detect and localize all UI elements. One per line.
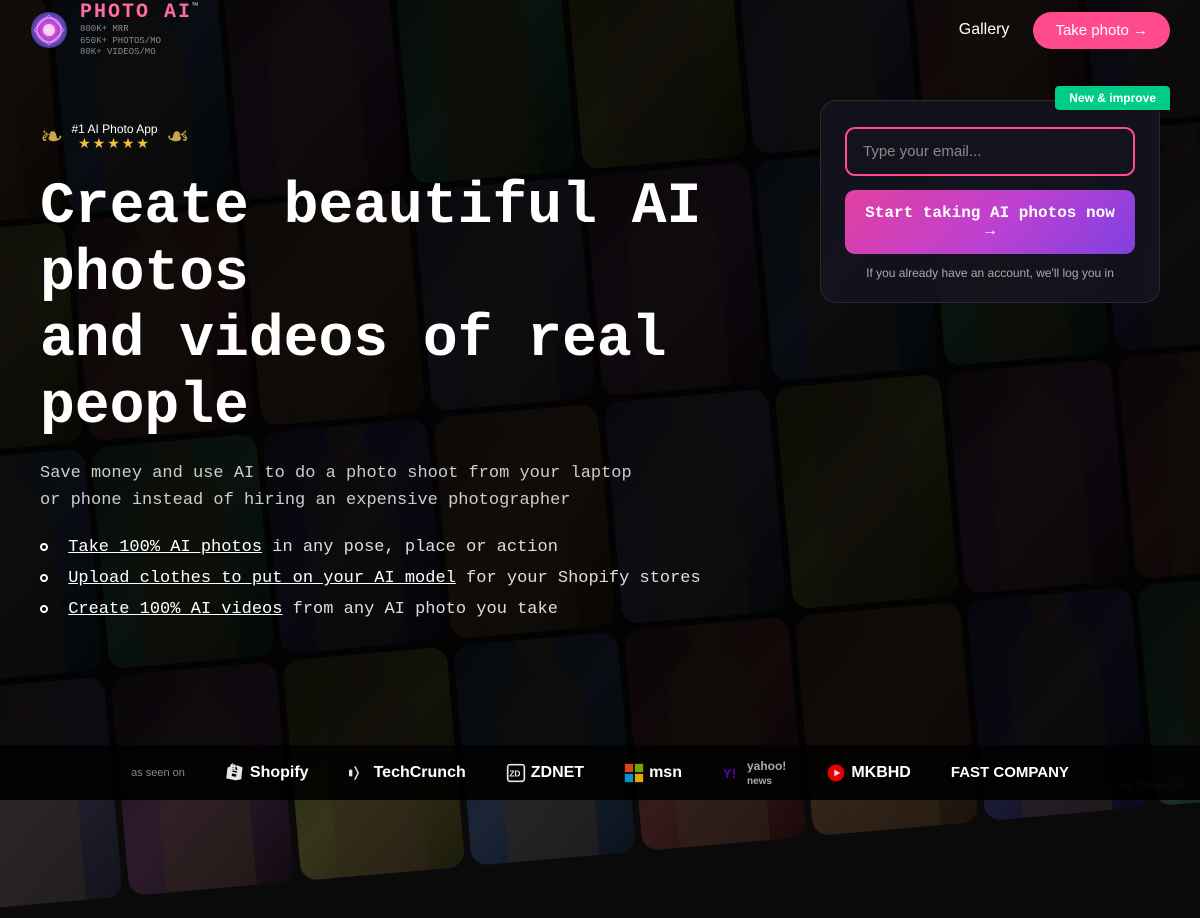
award-badge: ❧ #1 AI Photo App ★★★★★ ❧ [40, 120, 820, 155]
logo-icon [30, 11, 68, 49]
navbar: PHOTO AI™ 800K+ MRR 650K+ PHOTOS/MO 80K+… [0, 0, 1200, 60]
login-hint: If you already have an account, we'll lo… [845, 266, 1135, 280]
hero-headline: Create beautiful AI photosand videos of … [40, 175, 800, 442]
feature-item-2: Upload clothes to put on your AI model f… [40, 569, 820, 588]
nav-left: PHOTO AI™ 800K+ MRR 650K+ PHOTOS/MO 80K+… [30, 1, 200, 59]
left-section: ❧ #1 AI Photo App ★★★★★ ❧ Create beautif… [40, 80, 820, 619]
new-badge: New & improve [1055, 86, 1170, 110]
mkbhd-logo: MKBHD [826, 763, 911, 783]
email-input[interactable] [845, 127, 1135, 176]
logo-text: PHOTO AI™ 800K+ MRR 650K+ PHOTOS/MO 80K+… [80, 1, 200, 59]
gallery-link[interactable]: Gallery [959, 21, 1010, 39]
svg-text:ZD: ZD [509, 768, 520, 778]
shopify-icon [225, 763, 245, 783]
feature-link-3[interactable]: Create 100% AI videos [68, 600, 282, 619]
zdnet-icon: ZD [506, 763, 526, 783]
left-laurel-icon: ❧ [40, 120, 63, 155]
signup-section: New & improve Start taking AI photos now… [820, 100, 1160, 303]
hero-subheadline: Save money and use AI to do a photo shoo… [40, 460, 640, 514]
mkbhd-icon [826, 763, 846, 783]
bottom-bar: as seen on Shopify TechCrunch ZD ZDNET m… [0, 745, 1200, 800]
award-stars: ★★★★★ [78, 136, 151, 153]
feature-link-1[interactable]: Take 100% AI photos [68, 538, 262, 557]
svg-text:Y!: Y! [723, 766, 736, 781]
bullet-icon-2 [40, 574, 48, 582]
yahoo-logo: Y! yahoo!news [722, 759, 786, 787]
main-content: ❧ #1 AI Photo App ★★★★★ ❧ Create beautif… [0, 80, 1200, 800]
signup-card: Start taking AI photos now → If you alre… [820, 100, 1160, 303]
fastcompany-logo: FAST COMPANY [951, 764, 1069, 781]
as-seen-label: as seen on [131, 767, 185, 779]
feature-item-3: Create 100% AI videos from any AI photo … [40, 600, 820, 619]
right-laurel-icon: ❧ [166, 120, 189, 155]
yahoo-icon: Y! [722, 763, 742, 783]
msn-logo: msn [624, 763, 682, 783]
award-text: #1 AI Photo App ★★★★★ [71, 122, 157, 153]
start-taking-photos-button[interactable]: Start taking AI photos now → [845, 190, 1135, 254]
techcrunch-logo: TechCrunch [349, 764, 466, 782]
logo-stats: 800K+ MRR 650K+ PHOTOS/MO 80K+ VIDEOS/MO [80, 24, 200, 59]
nav-right: Gallery Take photo → [959, 12, 1170, 49]
bullet-icon-1 [40, 543, 48, 551]
features-list: Take 100% AI photos in any pose, place o… [40, 538, 820, 619]
zdnet-logo: ZD ZDNET [506, 763, 584, 783]
logo-name: PHOTO AI™ [80, 1, 200, 24]
shopify-logo: Shopify [225, 763, 309, 783]
techcrunch-icon [349, 766, 369, 780]
take-photo-button[interactable]: Take photo → [1033, 12, 1170, 49]
award-title: #1 AI Photo App [71, 122, 157, 136]
feature-item-1: Take 100% AI photos in any pose, place o… [40, 538, 820, 557]
bullet-icon-3 [40, 605, 48, 613]
msn-icon [624, 763, 644, 783]
feature-link-2[interactable]: Upload clothes to put on your AI model [68, 569, 456, 588]
